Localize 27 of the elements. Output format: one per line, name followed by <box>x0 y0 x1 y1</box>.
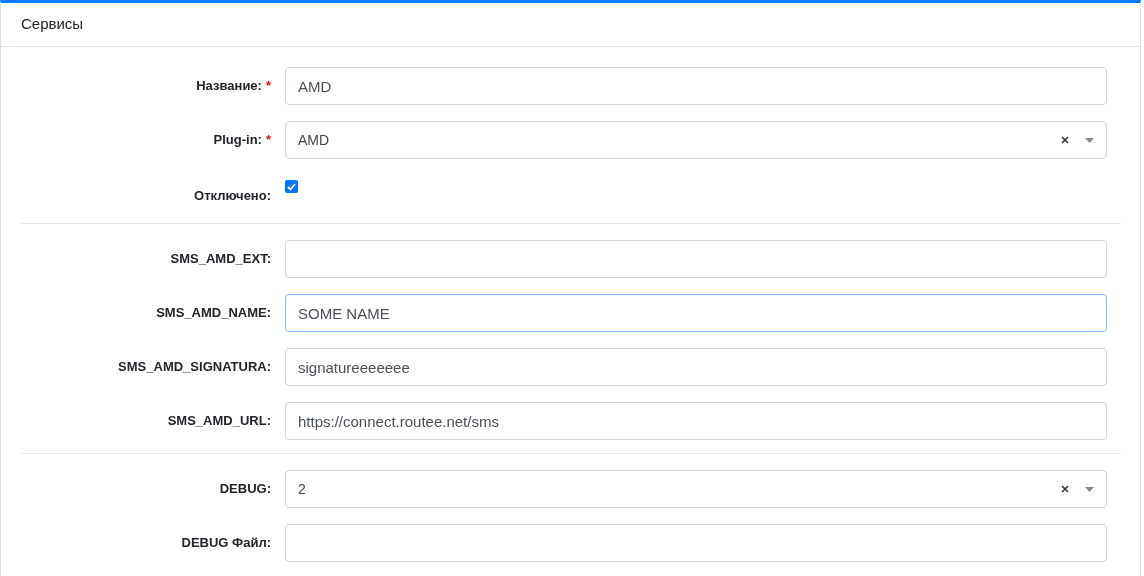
text-field[interactable]: AMD <box>285 67 1107 105</box>
card-title: Сервисы <box>21 14 84 35</box>
field-label: Название: <box>196 77 262 96</box>
text-field[interactable] <box>285 524 1107 562</box>
text-field[interactable]: SOME NAME <box>285 294 1107 332</box>
required-mark: * <box>265 77 271 96</box>
checkbox[interactable] <box>285 180 298 193</box>
field-label: SMS_AMD_URL: <box>167 412 271 431</box>
select-field[interactable]: AMD <box>285 121 1107 159</box>
caret-icon[interactable] <box>1085 137 1094 143</box>
field-label: DEBUG: <box>219 480 271 499</box>
field-label: SMS_AMD_NAME: <box>156 304 271 323</box>
selected-value: 2 <box>298 479 307 499</box>
field-label: Отключено: <box>194 187 271 205</box>
field-label: DEBUG Файл: <box>181 534 271 553</box>
field-label: Plug-in: <box>213 131 262 150</box>
clear-icon[interactable] <box>1061 136 1069 144</box>
field-label: SMS_AMD_EXT: <box>170 250 271 269</box>
text-field[interactable]: https://connect.routee.net/sms <box>285 402 1107 440</box>
required-mark: * <box>265 131 271 150</box>
field-label: SMS_AMD_SIGNATURA: <box>118 358 271 377</box>
text-field[interactable] <box>285 240 1107 278</box>
text-field[interactable]: signatureeeeeee <box>285 348 1107 386</box>
select-field[interactable]: 2 <box>285 470 1107 508</box>
selected-value: AMD <box>298 130 331 150</box>
clear-icon[interactable] <box>1061 485 1069 493</box>
caret-icon[interactable] <box>1085 486 1094 492</box>
